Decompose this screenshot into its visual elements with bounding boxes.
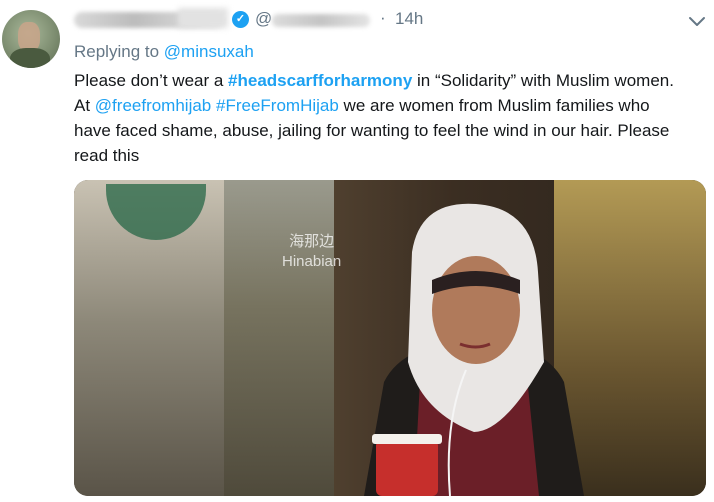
avatar[interactable] xyxy=(2,10,60,68)
blurred-display-name-part xyxy=(178,8,228,28)
avatar-body xyxy=(10,48,50,68)
hashtag-text[interactable]: #headscarfforharmony xyxy=(228,71,412,90)
photo-cafe-sign xyxy=(106,184,206,240)
photo-woman-figure xyxy=(364,203,584,496)
tweet-text-segment: Please don’t wear a xyxy=(74,71,229,90)
replying-handle-link[interactable]: @minsuxah xyxy=(164,42,254,61)
hashtag-link[interactable]: #headscarfforharmony xyxy=(228,71,412,90)
tweet-text-segment: At xyxy=(74,96,95,115)
separator-dot: · xyxy=(380,8,386,27)
tweet-text-segment: in “Solidarity” with Muslim women. xyxy=(412,71,674,90)
tweet-header: ✓ @ · 14h xyxy=(74,6,705,32)
watermark-chinese: 海那边 xyxy=(289,233,335,250)
hashtag-link[interactable]: #FreeFromHijab xyxy=(216,96,339,115)
replying-to: Replying to @minsuxah xyxy=(74,42,254,62)
tweet-line-1: Please don’t wear a #headscarfforharmony… xyxy=(74,68,704,93)
tweet-line-4: read this xyxy=(74,146,140,165)
photo-watermark: 海那边 Hinabian xyxy=(282,232,341,272)
watermark-english: Hinabian xyxy=(282,253,342,270)
tweet-line-3: have faced shame, abuse, jailing for wan… xyxy=(74,121,670,140)
mention-link[interactable]: @freefromhijab xyxy=(95,96,211,115)
tweet-text-segment: we are women from Muslim families who xyxy=(338,96,650,115)
tweet-text: Please don’t wear a #headscarfforharmony… xyxy=(74,68,704,168)
tweet-line-2: At @freefromhijab #FreeFromHijab we are … xyxy=(74,93,704,118)
photo-background-left xyxy=(74,180,224,496)
chevron-down-icon[interactable] xyxy=(686,10,708,32)
tweet-timestamp[interactable]: 14h xyxy=(395,9,423,29)
verified-badge-icon: ✓ xyxy=(232,11,249,28)
photo-window xyxy=(224,180,334,496)
tweet-photo[interactable]: 海那边 Hinabian xyxy=(74,180,706,496)
replying-label: Replying to xyxy=(74,42,160,61)
blurred-handle[interactable] xyxy=(272,14,370,27)
handle-at-symbol: @ xyxy=(255,9,273,28)
